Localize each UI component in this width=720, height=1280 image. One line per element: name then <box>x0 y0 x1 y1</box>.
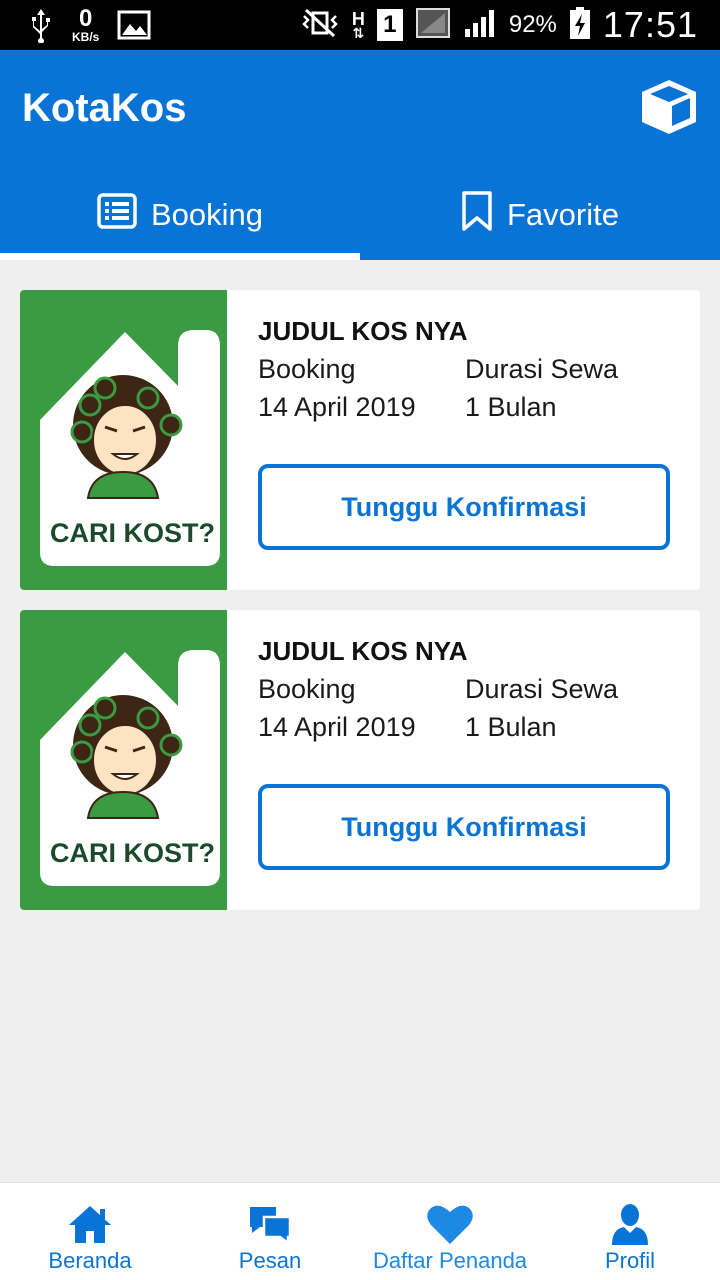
booking-info: Booking 14 April 2019 <box>258 350 416 426</box>
nav-profil[interactable]: Profil <box>580 1183 680 1280</box>
status-bar: 0 KB/s H ⇅ 1 92% 17:51 <box>0 0 720 50</box>
duration-value: 1 Bulan <box>465 712 557 742</box>
kost-thumbnail: CARI KOST? <box>20 610 227 910</box>
tab-bar: Booking Favorite <box>0 170 720 260</box>
network-type-icon: H ⇅ <box>351 8 365 41</box>
nav-label: Daftar Penanda <box>372 1248 528 1273</box>
network-speed: 0 KB/s <box>72 5 100 44</box>
app-title: KotaKos <box>22 86 187 130</box>
nav-label: Beranda <box>48 1248 132 1273</box>
tab-indicator <box>0 253 360 260</box>
chat-icon <box>248 1201 292 1247</box>
duration-info: Durasi Sewa 1 Bulan <box>465 350 618 426</box>
usb-icon <box>28 7 54 43</box>
person-icon <box>610 1201 650 1247</box>
duration-value: 1 Bulan <box>465 392 557 422</box>
booking-label: Booking <box>258 354 356 384</box>
sim-icon: 1 <box>376 9 403 41</box>
booking-card[interactable]: CARI KOST? JUDUL KOS NYA Booking 14 Apri… <box>20 610 700 910</box>
nav-pesan[interactable]: Pesan <box>215 1183 325 1280</box>
booking-date: 14 April 2019 <box>258 712 416 742</box>
list-icon <box>97 193 137 237</box>
tab-booking[interactable]: Booking <box>0 170 360 260</box>
duration-label: Durasi Sewa <box>465 674 619 704</box>
nav-beranda[interactable]: Beranda <box>30 1183 150 1280</box>
vibrate-mute-icon <box>300 8 340 43</box>
bookmark-icon <box>461 190 493 240</box>
nav-label: Pesan <box>238 1248 302 1273</box>
await-confirmation-button[interactable]: Tunggu Konfirmasi <box>258 784 670 870</box>
booking-info: Booking 14 April 2019 <box>258 670 416 746</box>
nav-daftar-penanda[interactable]: Daftar Penanda <box>365 1183 535 1280</box>
booking-card[interactable]: CARI KOST? JUDUL KOS NYA Booking 14 Apri… <box>20 290 700 590</box>
kost-thumbnail: CARI KOST? <box>20 290 227 590</box>
kost-title: JUDUL KOS NYA <box>258 316 468 346</box>
signal-icon <box>463 7 497 44</box>
tab-label: Booking <box>150 197 264 232</box>
tab-favorite[interactable]: Favorite <box>360 170 720 260</box>
home-icon <box>67 1201 113 1247</box>
heart-icon <box>426 1201 474 1247</box>
battery-percent: 92% <box>508 11 557 38</box>
image-notification-icon <box>117 10 151 40</box>
kost-title: JUDUL KOS NYA <box>258 636 468 666</box>
image-caption: CARI KOST? <box>50 518 215 548</box>
await-confirmation-button[interactable]: Tunggu Konfirmasi <box>258 464 670 550</box>
image-caption: CARI KOST? <box>50 838 215 868</box>
app-bar: KotaKos Booking Favorite <box>0 50 720 260</box>
box-icon[interactable] <box>638 76 700 143</box>
duration-info: Durasi Sewa 1 Bulan <box>465 670 618 746</box>
nav-label: Profil <box>604 1248 656 1273</box>
tab-label: Favorite <box>507 197 619 232</box>
booking-date: 14 April 2019 <box>258 392 416 422</box>
booking-label: Booking <box>258 674 356 704</box>
battery-charging-icon <box>569 6 591 45</box>
duration-label: Durasi Sewa <box>465 354 619 384</box>
clock: 17:51 <box>602 4 698 45</box>
signal-empty-icon <box>415 7 451 44</box>
bottom-navigation: Beranda Pesan Daftar Penanda Profil <box>0 1182 720 1280</box>
